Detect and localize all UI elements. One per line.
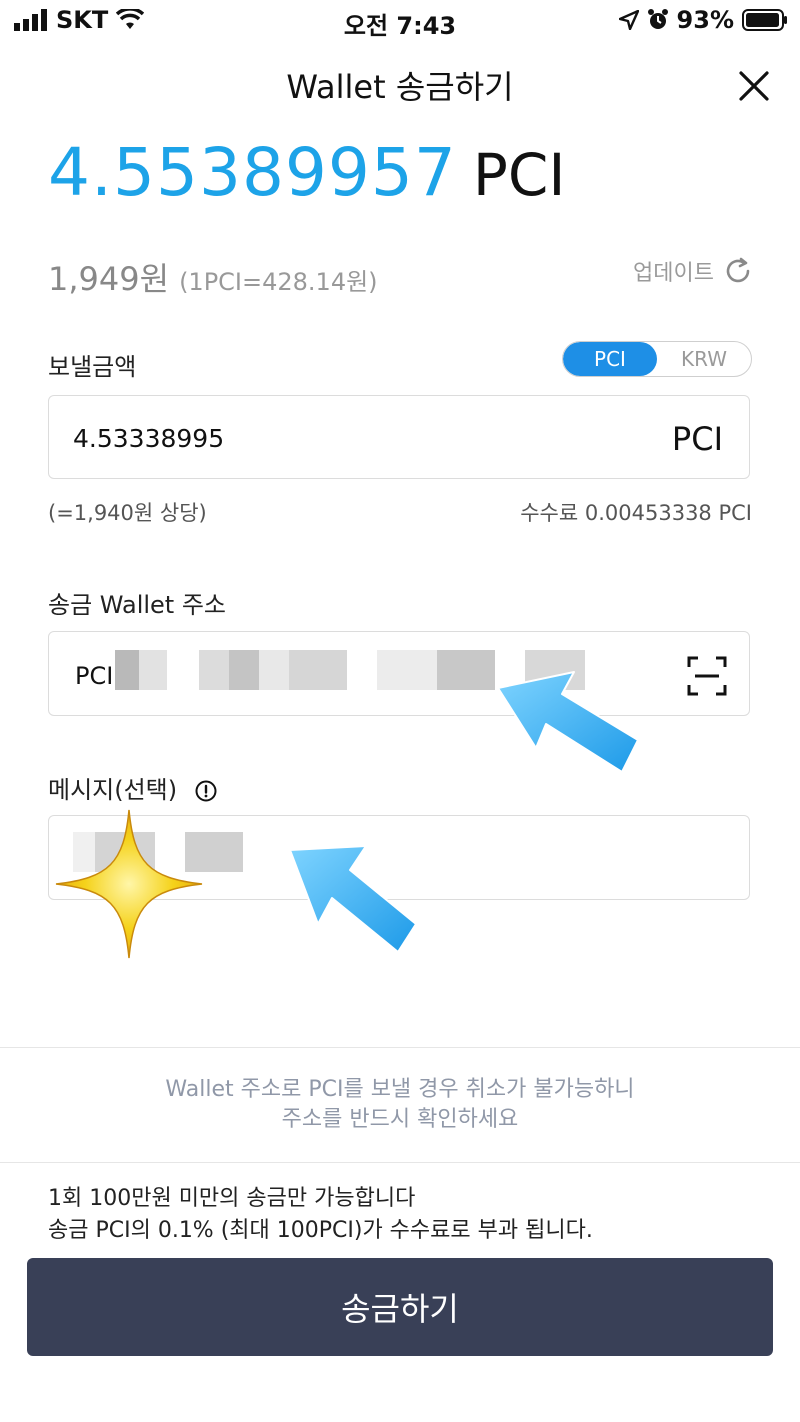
status-bar: SKT 오전 7:43 93% (0, 0, 800, 40)
redacted-block (437, 650, 495, 690)
message-label-row: 메시지(선택) (48, 770, 217, 805)
balance-unit: PCI (472, 141, 566, 209)
fee-label: 수수료 0.00453338 PCI (520, 501, 752, 525)
divider (0, 1047, 800, 1048)
address-label: 송금 Wallet 주소 (48, 591, 226, 619)
notice-line-2: 송금 PCI의 0.1% (최대 100PCI)가 수수료로 부과 됩니다. (48, 1218, 593, 1243)
redacted-block (289, 650, 347, 690)
redacted-block (259, 650, 289, 690)
battery-icon (742, 9, 787, 31)
amount-unit: PCI (671, 420, 723, 458)
notice-text: 1회 100만원 미만의 송금만 가능합니다 송금 PCI의 0.1% (최대 … (48, 1183, 593, 1247)
info-icon[interactable] (195, 780, 217, 802)
close-button[interactable] (732, 64, 776, 108)
alarm-icon (647, 9, 668, 29)
toggle-pci[interactable]: PCI (563, 342, 657, 376)
location-icon (618, 10, 639, 30)
qr-scan-icon[interactable] (687, 656, 727, 696)
update-label: 업데이트 (633, 261, 714, 286)
redacted-block (199, 650, 229, 690)
amount-fiat-equivalent: (=1,940원 상당) (48, 501, 207, 525)
close-icon (739, 71, 769, 101)
divider (0, 1162, 800, 1163)
currency-toggle[interactable]: PCI KRW (562, 341, 752, 377)
amount-value: 4.53338995 (73, 424, 225, 453)
notice-line-1: 1회 100만원 미만의 송금만 가능합니다 (48, 1186, 416, 1211)
exchange-rate: (1PCI=428.14원) (179, 268, 378, 296)
fiat-balance: 1,949원 (1PCI=428.14원) (48, 254, 378, 300)
amount-label: 보낼금액 (48, 353, 137, 381)
warning-line-2: 주소를 반드시 확인하세요 (281, 1107, 519, 1132)
redacted-block (229, 650, 259, 690)
message-label: 메시지(선택) (48, 776, 178, 804)
warning-text: Wallet 주소로 PCI를 보낼 경우 취소가 불가능하니 주소를 반드시 … (0, 1075, 800, 1135)
redacted-block (115, 650, 139, 690)
redacted-block (377, 650, 437, 690)
battery-percent: 93% (676, 6, 734, 34)
balance-amount: 4.55389957 (48, 134, 457, 211)
sparkle-icon (55, 809, 203, 959)
arrow-icon (289, 845, 417, 953)
address-input[interactable]: PCI (48, 631, 750, 716)
page-title: Wallet 송금하기 (286, 68, 514, 106)
arrow-icon (497, 671, 639, 773)
refresh-icon (726, 257, 750, 283)
balance: 4.55389957 PCI (48, 134, 566, 211)
fiat-value: 1,949원 (48, 260, 170, 298)
send-button[interactable]: 송금하기 (27, 1258, 773, 1356)
redacted-block (139, 650, 167, 690)
amount-input[interactable]: 4.53338995 PCI (48, 395, 750, 479)
warning-line-1: Wallet 주소로 PCI를 보낼 경우 취소가 불가능하니 (165, 1077, 635, 1102)
status-right: 93% (618, 6, 788, 34)
toggle-krw[interactable]: KRW (657, 342, 751, 376)
address-prefix: PCI (75, 662, 114, 690)
update-button[interactable]: 업데이트 (633, 255, 752, 287)
